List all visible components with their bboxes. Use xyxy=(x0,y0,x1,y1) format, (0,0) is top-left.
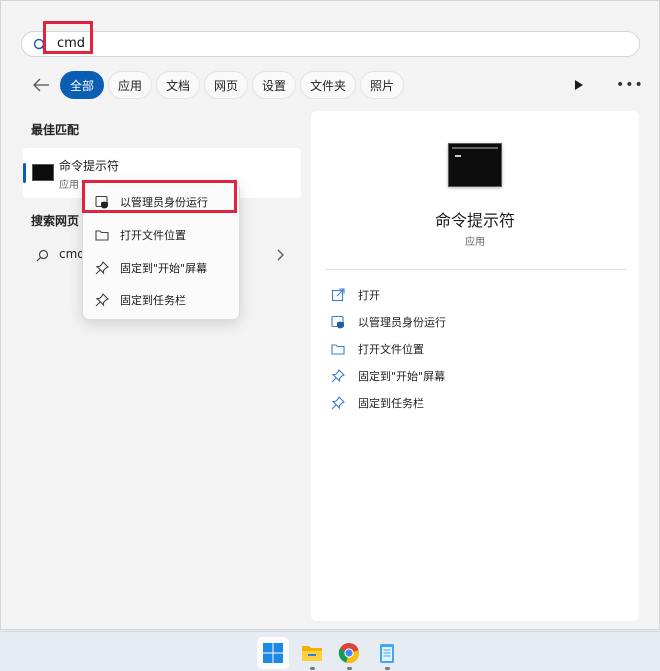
app-detail-type: 应用 xyxy=(465,237,485,248)
action-open-file-location[interactable]: 打开文件位置 xyxy=(331,339,424,359)
search-highlight-box xyxy=(43,21,93,54)
ctx-open-file-location[interactable]: 打开文件位置 xyxy=(83,221,241,249)
pin-icon xyxy=(331,369,345,383)
search-input[interactable] xyxy=(21,31,640,57)
windows-start-icon[interactable] xyxy=(262,642,284,664)
folder-icon xyxy=(331,344,345,355)
tab-photos[interactable]: 照片 xyxy=(360,71,404,99)
search-icon xyxy=(36,249,49,262)
tab-all[interactable]: 全部 xyxy=(60,71,104,99)
chrome-icon[interactable] xyxy=(338,642,360,664)
play-icon[interactable] xyxy=(574,79,584,91)
pin-icon xyxy=(95,261,109,275)
ctx-pin-to-taskbar[interactable]: 固定到任务栏 xyxy=(83,286,241,314)
more-options-button[interactable]: ••• xyxy=(616,77,644,93)
selection-indicator xyxy=(23,163,26,183)
start-search-panel: cmd 全部 应用 文档 网页 设置 文件夹 照片 ••• 最佳匹配 命令提示符… xyxy=(0,0,660,630)
action-label: 打开文件位置 xyxy=(358,343,424,356)
app-detail-panel: 命令提示符 应用 打开 以管理员身份运行 打开文件位置 固定到"开始"屏幕 固定… xyxy=(311,111,639,621)
admin-shield-icon xyxy=(331,315,344,329)
ctx-pin-to-start[interactable]: 固定到"开始"屏幕 xyxy=(83,254,241,282)
divider xyxy=(325,269,627,270)
ctx-item-label: 固定到任务栏 xyxy=(120,294,186,307)
best-match-heading: 最佳匹配 xyxy=(31,123,80,137)
pin-icon xyxy=(331,396,345,410)
run-as-admin-highlight-box xyxy=(82,180,237,213)
running-indicator xyxy=(347,667,352,670)
cmd-app-large-icon xyxy=(448,143,502,187)
taskbar xyxy=(0,631,660,671)
tab-apps[interactable]: 应用 xyxy=(108,71,152,99)
cmd-icon-cursor xyxy=(455,155,461,157)
best-match-type: 应用 xyxy=(59,180,79,191)
app-detail-title: 命令提示符 xyxy=(434,211,515,230)
action-pin-to-taskbar[interactable]: 固定到任务栏 xyxy=(331,393,424,413)
file-explorer-icon[interactable] xyxy=(301,642,323,664)
ctx-item-label: 打开文件位置 xyxy=(120,229,186,242)
folder-icon xyxy=(95,230,109,241)
web-search-heading: 搜索网页 xyxy=(31,214,80,228)
notepad-icon[interactable] xyxy=(376,642,398,664)
running-indicator xyxy=(385,667,390,670)
tab-settings[interactable]: 设置 xyxy=(252,71,296,99)
action-label: 固定到任务栏 xyxy=(358,397,424,410)
tab-web[interactable]: 网页 xyxy=(204,71,248,99)
pin-icon xyxy=(95,293,109,307)
cmd-app-icon xyxy=(32,164,54,181)
tab-documents[interactable]: 文档 xyxy=(156,71,200,99)
ctx-item-label: 固定到"开始"屏幕 xyxy=(120,262,208,275)
action-pin-to-start[interactable]: 固定到"开始"屏幕 xyxy=(331,366,445,386)
cmd-icon-titlebar xyxy=(452,147,498,149)
action-label: 固定到"开始"屏幕 xyxy=(358,370,446,383)
running-indicator xyxy=(310,667,315,670)
best-match-name: 命令提示符 xyxy=(59,159,120,173)
action-run-as-admin[interactable]: 以管理员身份运行 xyxy=(331,312,446,332)
action-open[interactable]: 打开 xyxy=(331,285,380,305)
tab-folders[interactable]: 文件夹 xyxy=(300,71,356,99)
open-external-icon xyxy=(331,288,345,302)
back-arrow-icon[interactable] xyxy=(32,77,50,93)
action-label: 打开 xyxy=(358,289,380,302)
action-label: 以管理员身份运行 xyxy=(358,316,446,329)
chevron-right-icon[interactable] xyxy=(276,249,284,261)
